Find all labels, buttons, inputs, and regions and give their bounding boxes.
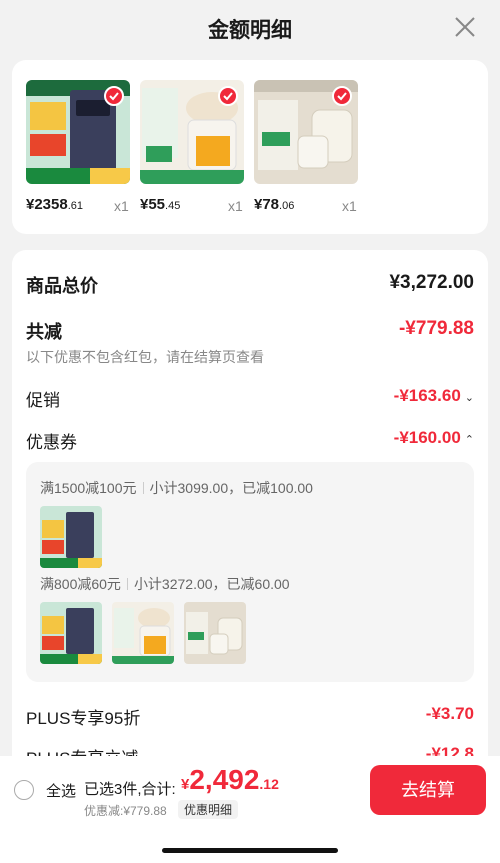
food-processor-image: [140, 80, 244, 184]
product-item[interactable]: ¥2358.61 x1: [26, 80, 130, 214]
chevron-up-icon: ⌃: [464, 434, 474, 446]
product-price: ¥78.06: [254, 196, 295, 213]
product-item[interactable]: ¥78.06 x1: [254, 80, 358, 214]
checked-icon: [104, 86, 124, 106]
product-qty: x1: [114, 198, 129, 214]
checkout-button[interactable]: 去结算: [370, 765, 486, 815]
reduce-label: 共减: [26, 322, 62, 342]
selected-count: 已选3件,合计:: [84, 781, 176, 798]
discount-detail-button[interactable]: 优惠明细: [178, 800, 239, 819]
product-qty: x1: [228, 198, 243, 214]
price-details: 商品总价 ¥3,272.00 共减 -¥779.88 以下优惠不包含红包，请在结…: [12, 250, 488, 770]
promo-label: 促销: [26, 391, 60, 410]
checkout-bar: 全选 已选3件,合计: ¥2,492.12 优惠减:¥779.88 优惠明细 去…: [0, 756, 500, 863]
water-heater-image: [40, 602, 102, 664]
grand-total: ¥2,492.12: [181, 764, 279, 795]
select-all-radio[interactable]: [14, 780, 34, 800]
product-price: ¥2358.61: [26, 196, 84, 213]
reduce-value: -¥779.88: [398, 318, 474, 339]
close-icon[interactable]: [450, 12, 480, 42]
product-qty: x1: [342, 198, 357, 214]
product-list: ¥2358.61 x1 ¥55.45 x1 ¥78.06 x1: [12, 60, 488, 234]
chevron-down-icon: ⌄: [464, 392, 474, 404]
total-value: ¥3,272.00: [389, 272, 474, 293]
food-processor-image: [112, 602, 174, 664]
coupon-line: 满1500减100元 小计3099.00，已减100.00: [40, 480, 313, 496]
product-item[interactable]: ¥55.45 x1: [140, 80, 244, 214]
checked-icon: [218, 86, 238, 106]
coupon-label: 优惠券: [26, 433, 77, 452]
coupon-line: 满800减60元 小计3272.00，已减60.00: [40, 576, 290, 592]
modal-header: 金额明细: [0, 0, 500, 58]
total-label: 商品总价: [26, 276, 98, 296]
kettle-image: [184, 602, 246, 664]
checked-icon: [332, 86, 352, 106]
discount-note: 以下优惠不包含红包，请在结算页查看: [26, 349, 264, 365]
coupon-value: -¥160.00 ⌃: [393, 428, 474, 447]
plus95-label: PLUS专享95折: [26, 709, 141, 728]
discount-amount: 优惠减:¥779.88: [84, 804, 167, 818]
page-title: 金额明细: [208, 19, 292, 42]
water-heater-image: [26, 80, 130, 184]
coupon-breakdown: 满1500减100元 小计3099.00，已减100.00 满800减60元 小计3…: [26, 462, 474, 682]
home-indicator: [162, 848, 338, 853]
select-all-label[interactable]: 全选: [46, 780, 76, 801]
kettle-image: [254, 80, 358, 184]
water-heater-image: [40, 506, 102, 568]
plus95-value: -¥3.70: [425, 704, 474, 723]
promo-value: -¥163.60 ⌄: [393, 386, 474, 405]
product-price: ¥55.45: [140, 196, 181, 213]
